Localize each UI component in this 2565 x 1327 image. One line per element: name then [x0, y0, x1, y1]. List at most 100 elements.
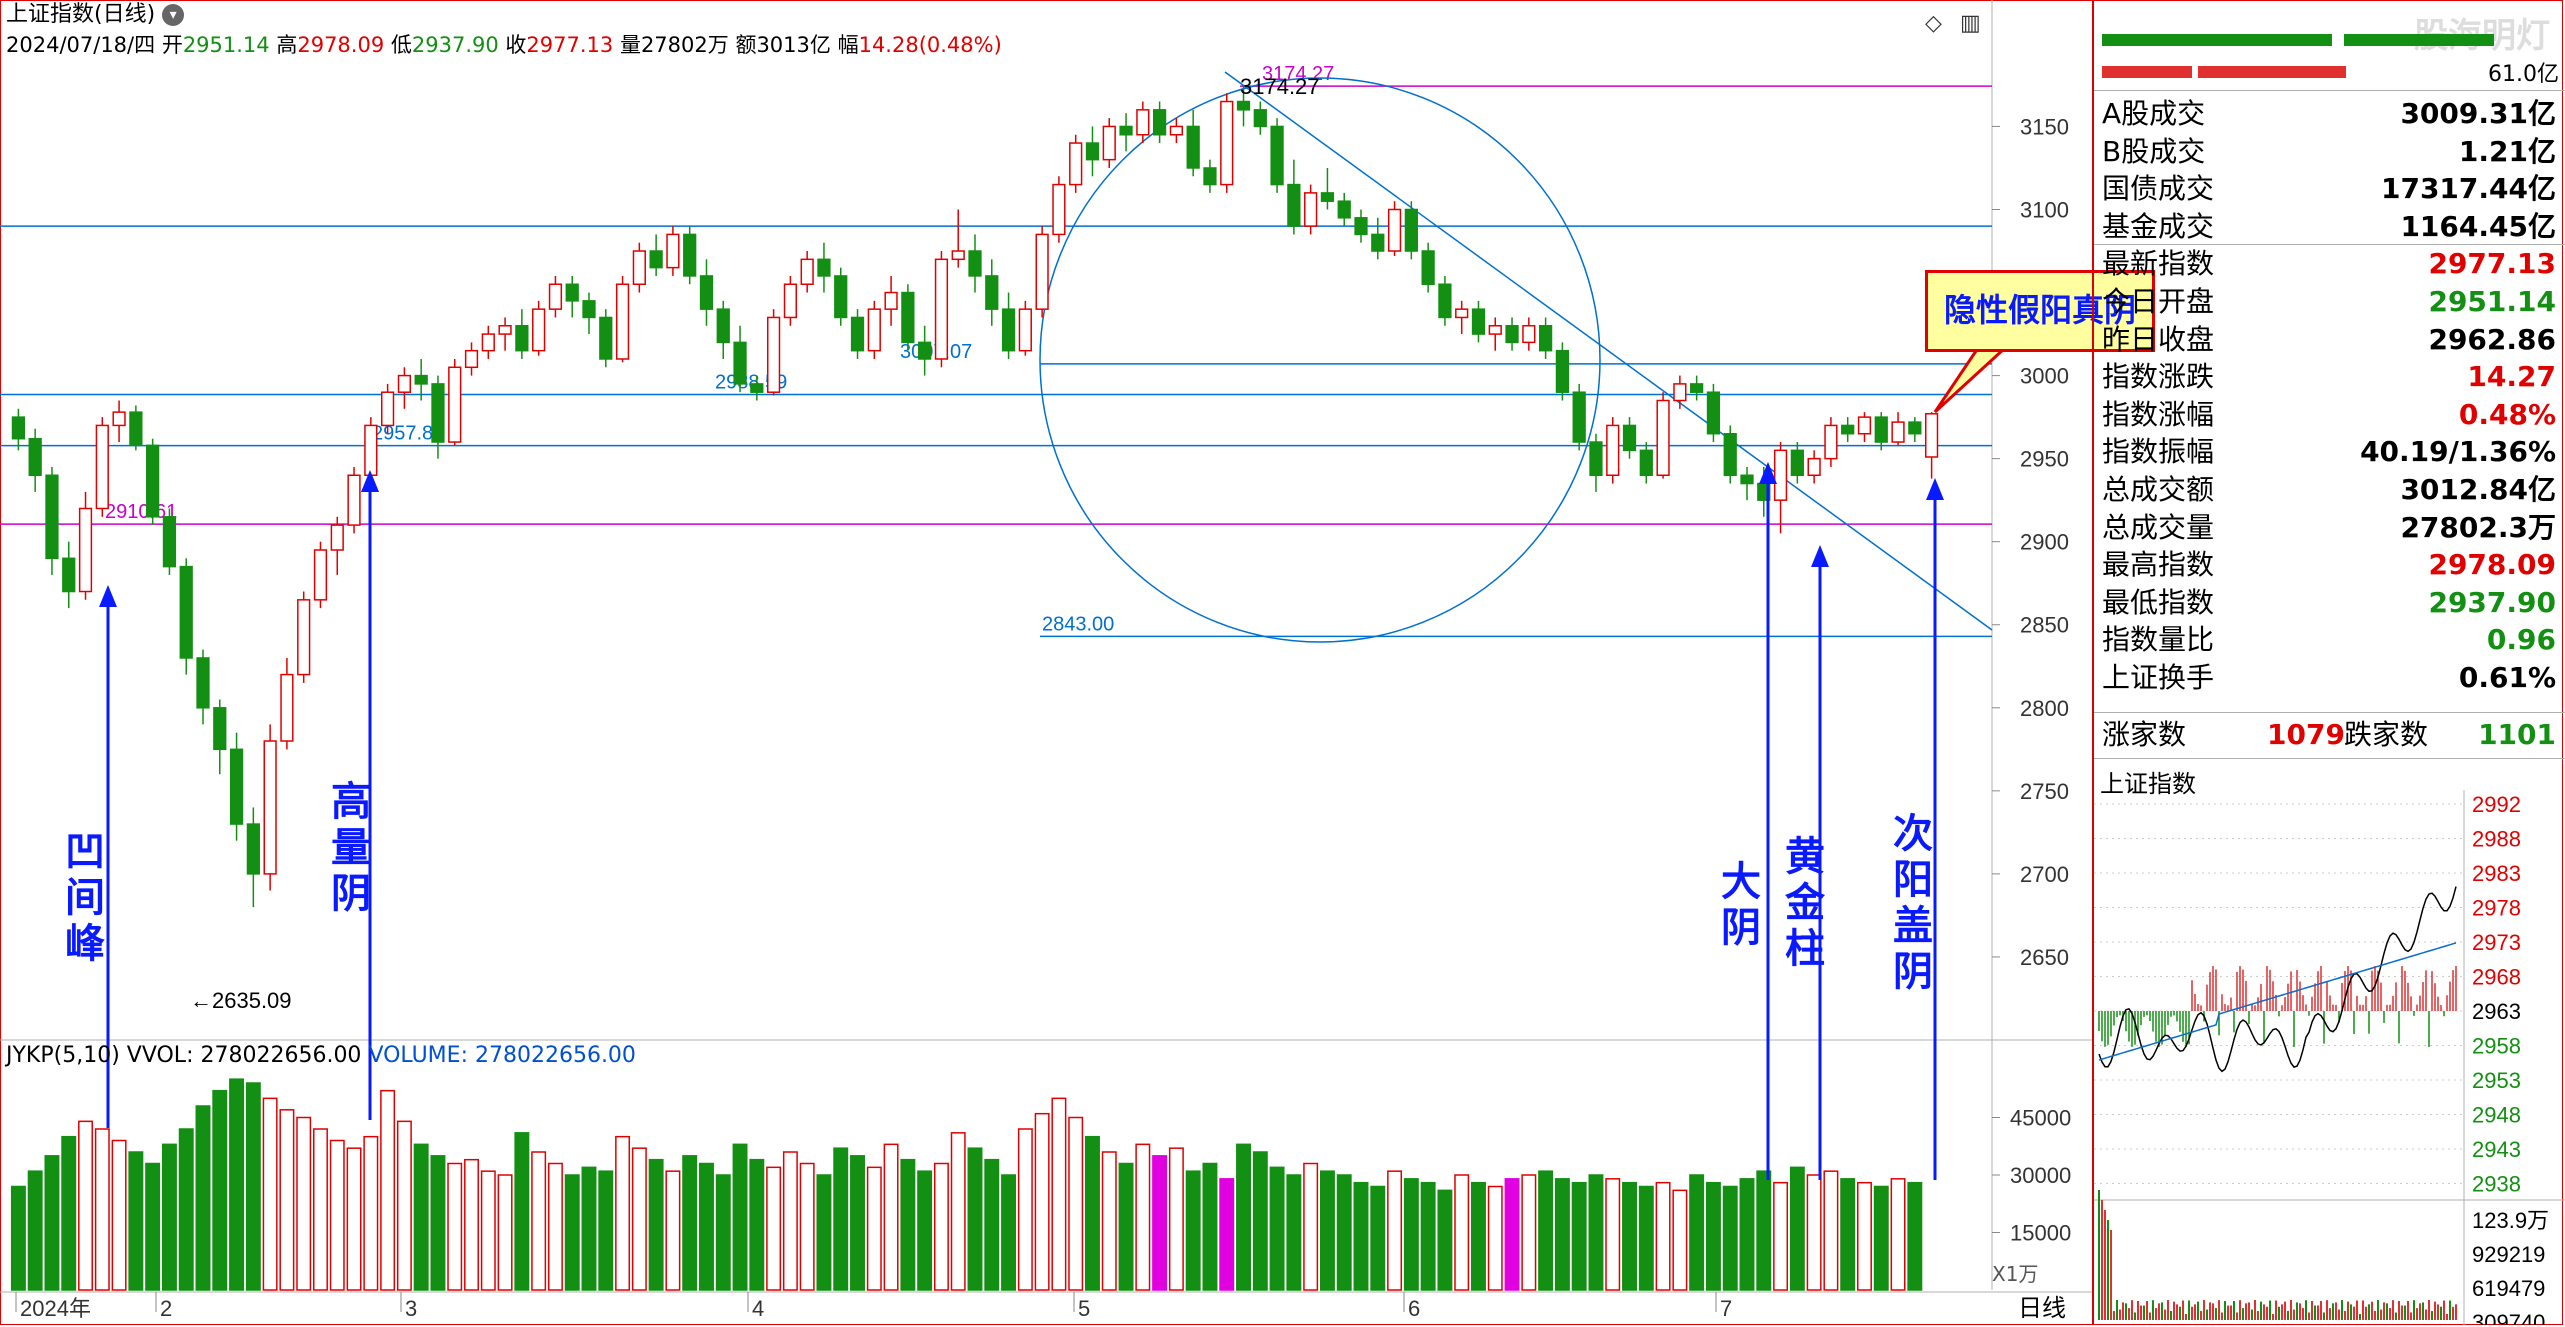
volume-bar [1571, 1181, 1587, 1291]
mini-price-tick: 2938 [2472, 1172, 2521, 1197]
volume-bar [178, 1128, 194, 1291]
volume-bar [1236, 1143, 1251, 1291]
mini-price-tick: 2983 [2472, 861, 2521, 886]
stat-row: 总成交量 27802.3万 [2102, 510, 2562, 546]
volume-bar [111, 1139, 127, 1291]
candle-body [78, 507, 93, 593]
low-label: 低 [390, 33, 412, 57]
candle-body [1404, 208, 1418, 252]
y-tick-label: 2950 [2020, 447, 2069, 472]
volume-bar [1705, 1181, 1721, 1291]
green-bar-1 [2102, 34, 2332, 46]
vol-tick-label: 15000 [2010, 1221, 2071, 1246]
candle-body [481, 333, 495, 352]
volume-bar [1336, 1174, 1352, 1291]
volume-bar [1420, 1181, 1436, 1291]
stat-label: 昨日收盘 [2102, 322, 2215, 356]
volume-bar [615, 1135, 631, 1291]
candle-body [1270, 125, 1284, 186]
candle-body [1924, 413, 1939, 458]
trend-line [1224, 71, 1993, 631]
volume-bar [1739, 1178, 1755, 1291]
candle-body [834, 275, 848, 319]
volume-bar [581, 1166, 597, 1291]
y-tick-label: 2700 [2020, 862, 2069, 887]
volume-bar [44, 1155, 60, 1291]
stat-row: 指数涨幅 0.48% [2102, 397, 2562, 433]
volume-bar [1857, 1181, 1872, 1291]
candle-body [1085, 142, 1100, 161]
candle-body [1136, 109, 1150, 136]
stat-value: 17317.44亿 [2380, 172, 2556, 206]
stat-row: 指数量比 0.96 [2102, 622, 2562, 658]
volume-bar [1202, 1162, 1218, 1291]
volume-bar [1319, 1170, 1335, 1291]
mini-price-tick: 2992 [2472, 792, 2521, 817]
volume-bar [564, 1174, 580, 1291]
chart-header: 上证指数(日线) ▾ [6, 2, 185, 28]
candle-body [1723, 432, 1737, 477]
change-label: 幅 [837, 33, 859, 57]
volume-bar [833, 1147, 849, 1291]
y-tick-label: 3100 [2020, 197, 2069, 222]
volume-bar [547, 1162, 563, 1291]
stat-row: 最新指数 2977.13 [2102, 246, 2562, 282]
candle-body [1236, 100, 1251, 111]
watermark: 股海明灯 [2414, 8, 2550, 57]
y-tick-label: 2850 [2020, 613, 2069, 638]
stat-value: 0.48% [2458, 397, 2556, 431]
high-value: 2978.09 [297, 33, 385, 57]
volume-bar [1622, 1181, 1637, 1291]
indicator-name[interactable]: JYKP(5,10) [6, 1043, 120, 1068]
volume-bar [1588, 1174, 1604, 1291]
volume-bar [10, 1185, 26, 1291]
kline-chart[interactable]: 2650270027502800285029002950300030503100… [0, 0, 2092, 1327]
candle-body [95, 424, 109, 510]
candle-body [112, 411, 126, 427]
candle-body [1538, 325, 1553, 352]
mini-vol-tick: 123.9万 [2472, 1208, 2549, 1233]
volume-bar [128, 1151, 144, 1291]
volume-bar [1789, 1166, 1805, 1291]
candle-body [1354, 217, 1368, 236]
label-ciyanggaiyin: 次阳盖阴 [1886, 812, 1933, 996]
volume-bar [464, 1158, 479, 1291]
x-tick-label: 3 [405, 1296, 417, 1321]
mini-price-tick: 2988 [2472, 827, 2521, 852]
red-bar-2 [2198, 66, 2346, 78]
mini-price-tick: 2973 [2472, 930, 2521, 955]
volume-bar [799, 1162, 815, 1291]
volume-bar [1773, 1181, 1789, 1291]
candle-body [884, 291, 898, 310]
volume-unit: X1万 [1992, 1262, 2039, 1286]
volume-bar [1219, 1178, 1235, 1291]
volume-bar [816, 1174, 832, 1291]
stat-label: 最新指数 [2102, 247, 2215, 281]
y-tick-label: 2650 [2020, 945, 2069, 970]
volume-bar [1672, 1189, 1688, 1291]
volume-bar [1286, 1174, 1302, 1291]
stat-label: 最高指数 [2102, 548, 2215, 582]
candle-body [1152, 109, 1167, 136]
volume-bar [665, 1170, 681, 1291]
volume-bar [396, 1120, 412, 1291]
candle-body [599, 316, 613, 360]
quote-date: 2024/07/18/四 [6, 33, 156, 57]
candle-body [934, 258, 949, 360]
candle-body [1505, 325, 1519, 344]
candle-body [532, 308, 546, 352]
green-bar-2 [2344, 34, 2494, 46]
intraday-mini-chart[interactable]: 2992 2988 2983 2978 2973 2968 2963 2958 2953 2948… [2094, 790, 2565, 1325]
label-gaoliangyin: 高量阴 [324, 780, 371, 918]
volume-bar [1689, 1174, 1705, 1291]
stat-label: 指数涨幅 [2102, 397, 2215, 431]
mini-price-tick: 2953 [2472, 1068, 2521, 1093]
stat-label: 上证换手 [2102, 661, 2215, 694]
mini-vol-tick: 929219 [2472, 1242, 2545, 1267]
candle-body [1069, 142, 1083, 186]
dropdown-icon[interactable]: ▾ [162, 4, 185, 26]
volume-bar [1370, 1185, 1386, 1291]
volume-bar [1068, 1116, 1084, 1291]
candle-body [129, 411, 143, 447]
volume-bar [1101, 1151, 1117, 1291]
